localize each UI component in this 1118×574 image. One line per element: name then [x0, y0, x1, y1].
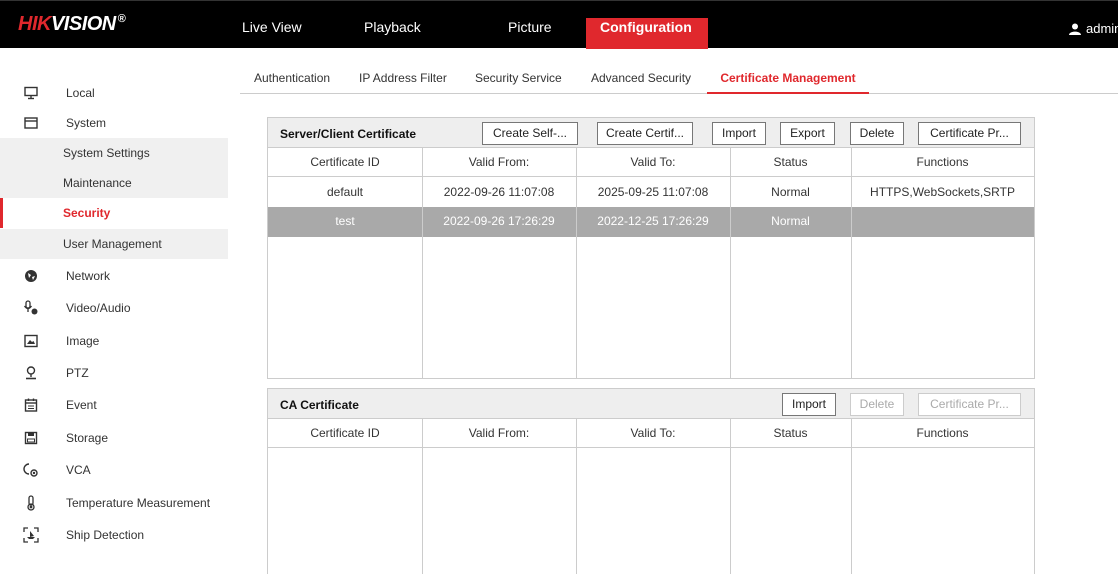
- column-certificate-id: Certificate ID: [310, 426, 380, 440]
- ca-cert-toolbar: CA Certificate Import Delete Certificate…: [268, 389, 1034, 419]
- create-self-signed-button[interactable]: Create Self-...: [482, 122, 578, 145]
- ca-import-button[interactable]: Import: [782, 393, 836, 416]
- server-cert-toolbar: Server/Client Certificate Create Self-..…: [268, 118, 1034, 148]
- storage-icon: [22, 429, 40, 447]
- cell-valid-to: 2022-12-25 17:26:29: [597, 214, 709, 228]
- table-row-selected[interactable]: test 2022-09-26 17:26:29 2022-12-25 17:2…: [268, 207, 1034, 237]
- hikvision-logo: HIKVISION ®: [18, 13, 126, 35]
- sidebar-item-vca[interactable]: VCA: [0, 455, 228, 485]
- column-status: Status: [773, 426, 808, 440]
- cell-valid-from: 2022-09-26 11:07:08: [443, 185, 555, 199]
- tab-advanced-security[interactable]: Advanced Security: [591, 66, 691, 94]
- top-navigation: Live View Playback Picture Configuration: [230, 18, 708, 49]
- cell-status: Normal: [771, 214, 810, 228]
- column-valid-to: Valid To:: [630, 155, 676, 169]
- cell-functions: [851, 207, 1034, 236]
- column-divider: [730, 148, 731, 378]
- user-icon: [1069, 23, 1081, 35]
- ship-detection-icon: [22, 526, 40, 544]
- sidebar-item-local[interactable]: Local: [0, 78, 228, 108]
- ca-cert-table-header: Certificate ID Valid From: Valid To: Sta…: [268, 419, 1034, 448]
- column-divider: [576, 419, 577, 574]
- server-import-button[interactable]: Import: [712, 122, 766, 145]
- column-divider: [851, 148, 852, 378]
- column-divider: [851, 419, 852, 574]
- server-cert-title: Server/Client Certificate: [280, 127, 417, 141]
- system-icon: [22, 114, 40, 132]
- column-divider: [422, 148, 423, 378]
- sidebar-item-system[interactable]: System: [0, 108, 228, 138]
- cell-valid-to: 2025-09-25 11:07:08: [597, 185, 709, 199]
- sidebar-item-storage[interactable]: Storage: [0, 423, 228, 453]
- sidebar-item-network[interactable]: Network: [0, 261, 228, 291]
- nav-playback[interactable]: Playback: [346, 18, 462, 49]
- ca-delete-button[interactable]: Delete: [850, 393, 904, 416]
- nav-configuration[interactable]: Configuration: [586, 18, 708, 49]
- sidebar-item-image[interactable]: Image: [0, 326, 228, 356]
- column-valid-from: Valid From:: [468, 155, 530, 169]
- ca-certificate-properties-button[interactable]: Certificate Pr...: [918, 393, 1021, 416]
- sidebar-subitem-user-management[interactable]: User Management: [0, 229, 228, 259]
- sidebar-item-ship-detection[interactable]: Ship Detection: [0, 520, 228, 550]
- tab-certificate-management[interactable]: Certificate Management: [707, 66, 869, 94]
- ca-certificate-panel: CA Certificate Import Delete Certificate…: [267, 388, 1035, 574]
- column-functions: Functions: [916, 155, 969, 169]
- top-bar: HIKVISION ® Live View Playback Picture Co…: [0, 0, 1118, 49]
- column-divider: [576, 148, 577, 378]
- microphone-icon: [22, 299, 40, 317]
- cell-certificate-id: test: [335, 214, 355, 228]
- column-functions: Functions: [916, 426, 969, 440]
- server-delete-button[interactable]: Delete: [850, 122, 904, 145]
- nav-picture[interactable]: Picture: [462, 18, 586, 49]
- column-divider: [422, 419, 423, 574]
- sidebar-item-video-audio[interactable]: Video/Audio: [0, 293, 228, 323]
- sidebar-subitem-system-settings[interactable]: System Settings: [0, 138, 228, 168]
- server-client-certificate-panel: Server/Client Certificate Create Self-..…: [267, 117, 1035, 379]
- monitor-icon: [22, 84, 40, 102]
- server-export-button[interactable]: Export: [780, 122, 835, 145]
- column-divider: [730, 419, 731, 574]
- security-tabs: Authentication IP Address Filter Securit…: [240, 66, 1118, 94]
- globe-icon: [22, 267, 40, 285]
- user-name: admin: [1086, 21, 1118, 36]
- create-certificate-request-button[interactable]: Create Certif...: [597, 122, 693, 145]
- cell-certificate-id: default: [326, 185, 364, 199]
- thermometer-icon: [22, 494, 40, 512]
- calendar-icon: [22, 396, 40, 414]
- sidebar-item-temperature-measurement[interactable]: Temperature Measurement: [0, 488, 228, 518]
- sidebar-subitem-security[interactable]: Security: [0, 198, 228, 228]
- vca-icon: [22, 461, 40, 479]
- column-certificate-id: Certificate ID: [310, 155, 380, 169]
- ca-cert-title: CA Certificate: [280, 398, 359, 412]
- image-icon: [22, 332, 40, 350]
- column-valid-to: Valid To:: [630, 426, 676, 440]
- sidebar-item-event[interactable]: Event: [0, 390, 228, 420]
- column-status: Status: [773, 155, 808, 169]
- ptz-icon: [22, 364, 40, 382]
- cell-valid-from: 2022-09-26 17:26:29: [443, 214, 555, 228]
- user-menu[interactable]: admin: [1069, 21, 1118, 36]
- sidebar-item-ptz[interactable]: PTZ: [0, 358, 228, 388]
- nav-live-view[interactable]: Live View: [230, 18, 346, 49]
- sidebar: Local System System Settings Maintenance…: [0, 48, 228, 574]
- tab-ip-address-filter[interactable]: IP Address Filter: [359, 66, 447, 94]
- sidebar-subitem-maintenance[interactable]: Maintenance: [0, 168, 228, 198]
- tab-security-service[interactable]: Security Service: [475, 66, 562, 94]
- table-row[interactable]: default 2022-09-26 11:07:08 2025-09-25 1…: [268, 178, 1034, 208]
- tab-authentication[interactable]: Authentication: [254, 66, 330, 94]
- cell-functions: HTTPS,WebSockets,SRTP: [870, 185, 1015, 199]
- column-valid-from: Valid From:: [468, 426, 530, 440]
- cell-status: Normal: [771, 185, 810, 199]
- server-certificate-properties-button[interactable]: Certificate Pr...: [918, 122, 1021, 145]
- server-cert-table-header: Certificate ID Valid From: Valid To: Sta…: [268, 148, 1034, 177]
